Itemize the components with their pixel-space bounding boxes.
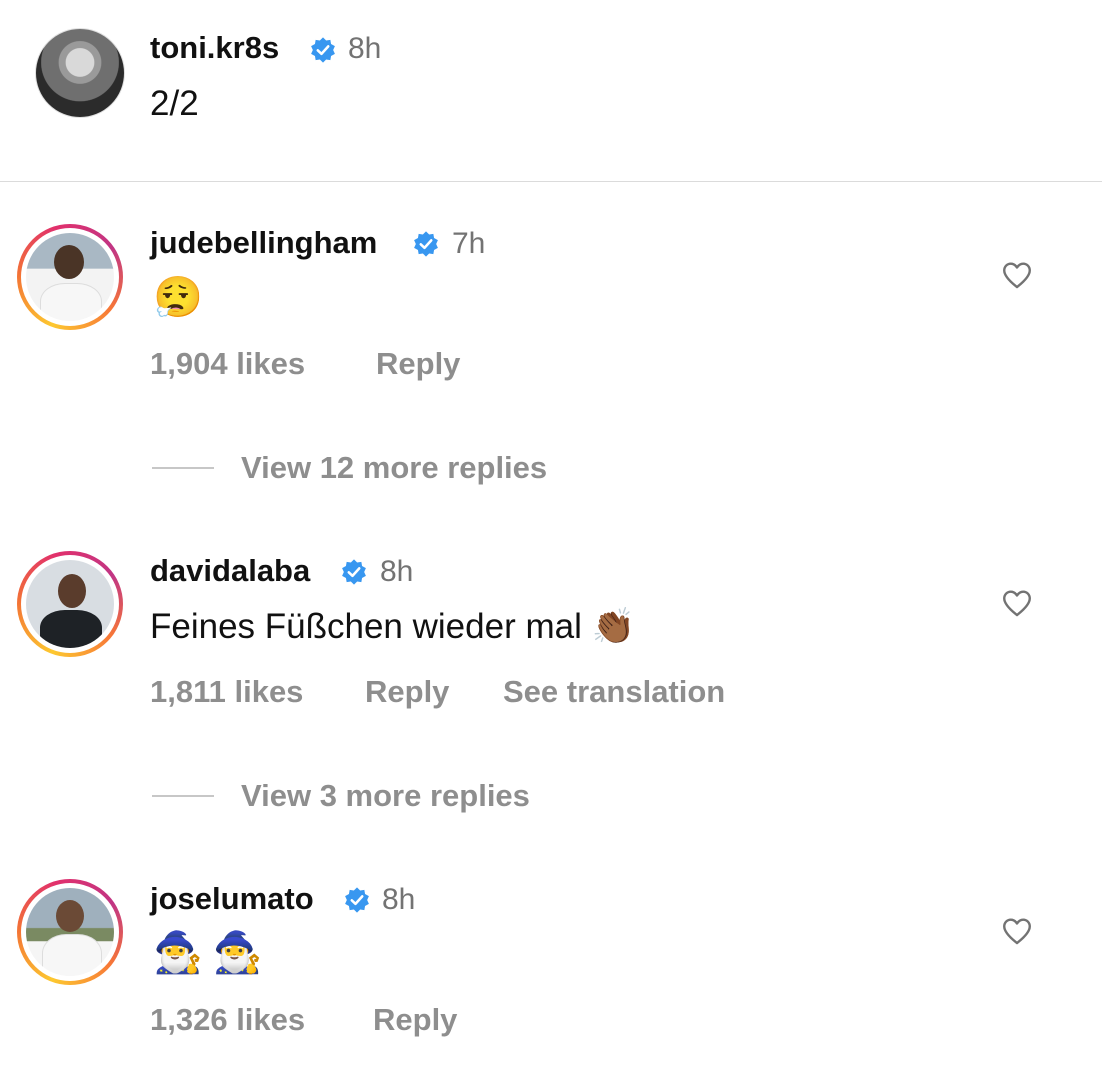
- caption-username[interactable]: toni.kr8s: [150, 30, 279, 66]
- reply-button[interactable]: Reply: [376, 346, 460, 382]
- heart-outline-icon[interactable]: [1000, 258, 1034, 292]
- comment-username[interactable]: davidalaba: [150, 553, 310, 589]
- caption-divider: [0, 181, 1102, 182]
- comment-text: 🧙‍♂️🧙‍♂️: [153, 931, 273, 975]
- comment-time: 7h: [452, 227, 486, 260]
- comment-time: 8h: [382, 883, 416, 916]
- comment-username[interactable]: joselumato: [150, 881, 314, 917]
- comment-text: Feines Füßchen wieder mal 👏🏾: [150, 607, 636, 646]
- avatar-davidalaba[interactable]: [17, 551, 123, 657]
- heart-outline-icon[interactable]: [1000, 914, 1034, 948]
- avatar-toni-kr8s[interactable]: [35, 28, 125, 118]
- avatar-joselumato[interactable]: [17, 879, 123, 985]
- comment-username[interactable]: judebellingham: [150, 225, 377, 261]
- see-translation-button[interactable]: See translation: [503, 674, 725, 710]
- comment-text: 😮‍💨: [153, 276, 203, 320]
- verified-badge-icon: [311, 37, 335, 63]
- verified-badge-icon: [342, 559, 366, 585]
- caption-time: 8h: [348, 32, 382, 65]
- view-more-replies-button[interactable]: View 12 more replies: [241, 450, 547, 486]
- avatar-judebellingham[interactable]: [17, 224, 123, 330]
- view-more-replies-button[interactable]: View 3 more replies: [241, 778, 530, 814]
- caption-text: 2/2: [150, 84, 199, 123]
- reply-button[interactable]: Reply: [373, 1002, 457, 1038]
- view-replies-line: [152, 795, 214, 797]
- verified-badge-icon: [345, 887, 369, 913]
- comment-likes[interactable]: 1,811 likes: [150, 674, 303, 710]
- comment-likes[interactable]: 1,326 likes: [150, 1002, 305, 1038]
- heart-outline-icon[interactable]: [1000, 586, 1034, 620]
- verified-badge-icon: [414, 231, 438, 257]
- reply-button[interactable]: Reply: [365, 674, 449, 710]
- view-replies-line: [152, 467, 214, 469]
- comment-likes[interactable]: 1,904 likes: [150, 346, 305, 382]
- comment-time: 8h: [380, 555, 414, 588]
